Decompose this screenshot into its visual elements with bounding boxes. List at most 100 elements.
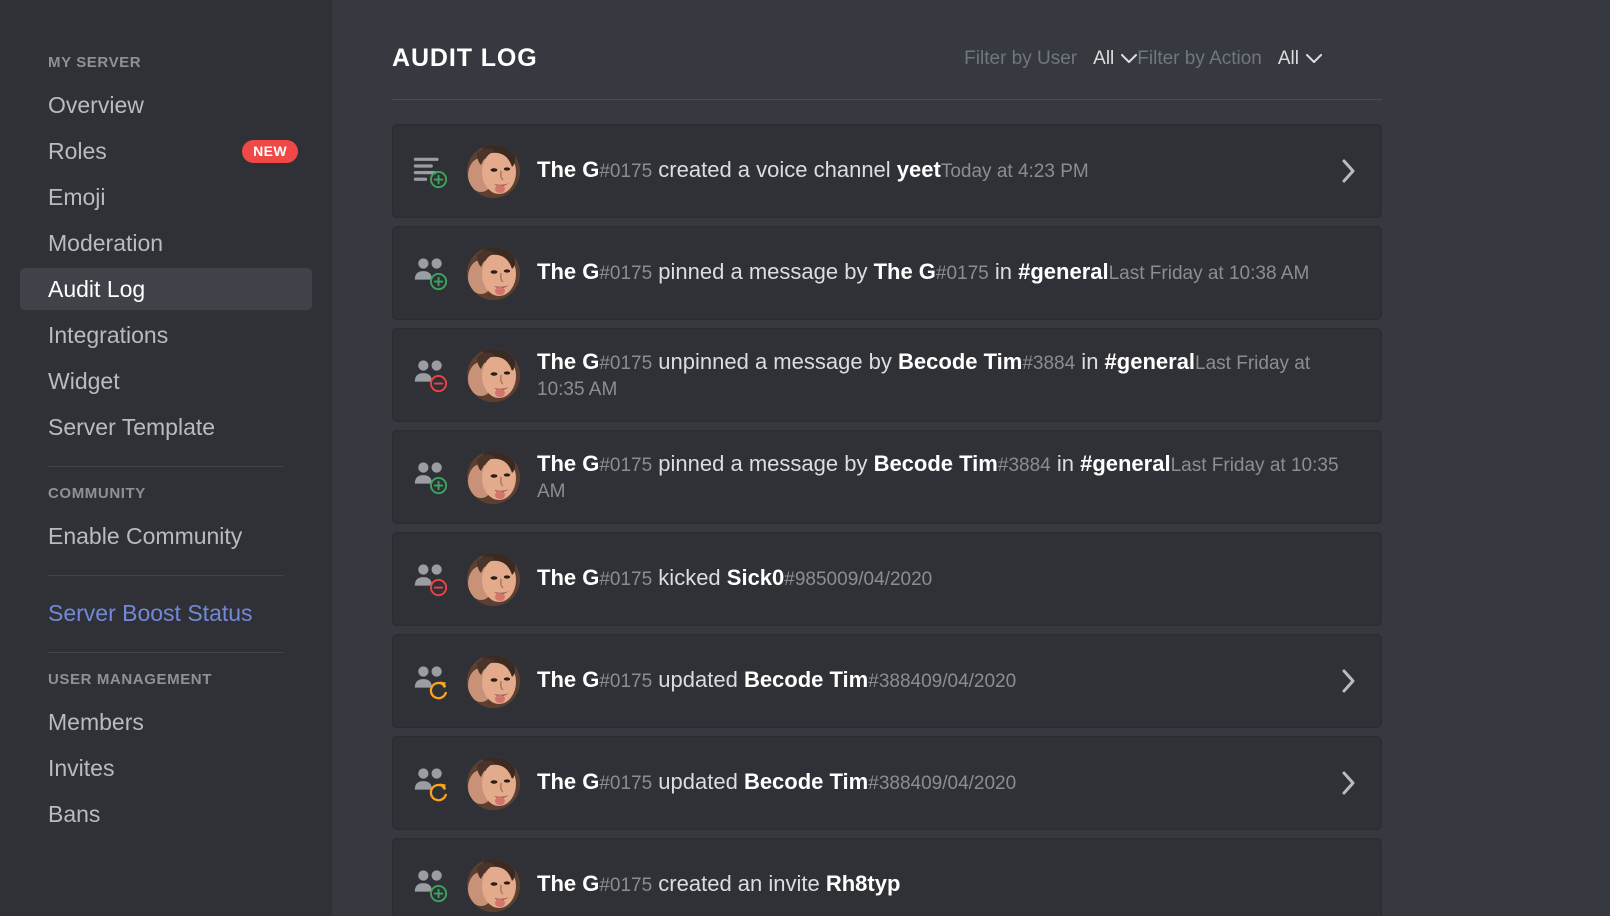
entry-actor: The G: [537, 259, 600, 284]
chevron-down-icon: [1121, 53, 1138, 63]
entry-target-discriminator: #3884: [868, 671, 922, 692]
entry-target-discriminator: #3884: [868, 773, 922, 794]
avatar: [467, 246, 520, 300]
avatar: [467, 756, 520, 810]
chevron-right-icon[interactable]: [1339, 156, 1359, 186]
audit-log-entry[interactable]: The G#0175 updated Becode Tim#388409/04/…: [392, 736, 1382, 830]
chevron-right-icon[interactable]: [1339, 768, 1359, 798]
entry-suffix: in: [988, 259, 1019, 284]
sidebar-item-moderation[interactable]: Moderation: [20, 222, 312, 264]
entry-text: The G#0175 unpinned a message by Becode …: [537, 348, 1359, 402]
action-icon-wrap: [411, 254, 449, 292]
audit-log-list: The G#0175 created a voice channel yeetT…: [392, 124, 1382, 916]
entry-actor-discriminator: #0175: [599, 263, 653, 284]
avatar-image: [467, 246, 520, 300]
audit-log-entry[interactable]: The G#0175 pinned a message by Becode Ti…: [392, 430, 1382, 524]
audit-log-entry[interactable]: The G#0175 pinned a message by The G#017…: [392, 226, 1382, 320]
action-icon-wrap: [411, 764, 449, 802]
entry-description: The G#0175 created a voice channel yeet: [537, 157, 941, 182]
entry-target: Becode Tim: [743, 667, 869, 692]
sidebar-item-server-boost-status[interactable]: Server Boost Status: [20, 592, 312, 634]
entry-verb: unpinned a message by: [652, 349, 899, 374]
filter-by-user-dropdown[interactable]: All: [1093, 47, 1138, 70]
entry-timestamp: Last Friday at 10:38 AM: [1108, 263, 1310, 284]
action-icon-wrap: [411, 560, 449, 598]
filter-by-action-dropdown[interactable]: All: [1278, 48, 1322, 70]
entry-verb: updated: [652, 769, 744, 794]
entry-channel: #general: [1080, 451, 1171, 476]
sidebar-item-label: Server Boost Status: [48, 600, 253, 626]
entry-actor: The G: [537, 769, 600, 794]
entry-verb: kicked: [652, 565, 727, 590]
sidebar-item-members[interactable]: Members: [20, 701, 312, 743]
audit-log-entry[interactable]: The G#0175 updated Becode Tim#388409/04/…: [392, 634, 1382, 728]
sidebar-item-emoji[interactable]: Emoji: [20, 176, 312, 218]
sidebar-item-label: Enable Community: [48, 523, 243, 549]
entry-timestamp: 09/04/2020: [921, 671, 1017, 692]
entry-text: The G#0175 created a voice channel yeetT…: [537, 156, 1327, 186]
member-icon: [414, 870, 448, 903]
sidebar-item-invites[interactable]: Invites: [20, 747, 312, 789]
entry-target: Becode Tim: [898, 349, 1023, 374]
avatar-image: [467, 348, 520, 402]
avatar-image: [467, 756, 520, 810]
audit-log-entry[interactable]: The G#0175 created an invite Rh8typ: [392, 838, 1382, 916]
sidebar-item-roles[interactable]: Roles NEW: [20, 130, 312, 172]
sidebar-item-label: Members: [48, 709, 144, 735]
entry-text: The G#0175 kicked Sick0#985009/04/2020: [537, 564, 1359, 594]
entry-actor-discriminator: #0175: [599, 455, 653, 476]
entry-target-discriminator: #3884: [1022, 353, 1076, 374]
sidebar-item-server-template[interactable]: Server Template: [20, 406, 312, 448]
new-badge: NEW: [242, 139, 298, 163]
entry-verb: updated: [652, 667, 744, 692]
sidebar-item-label: Bans: [48, 801, 101, 827]
entry-target-discriminator: #0175: [935, 263, 989, 284]
avatar-image: [467, 144, 520, 198]
sidebar-item-audit-log[interactable]: Audit Log: [20, 268, 312, 310]
audit-log-entry[interactable]: The G#0175 created a voice channel yeetT…: [392, 124, 1382, 218]
filter-by-user-value: All: [1093, 47, 1115, 69]
entry-target: Becode Tim: [743, 769, 869, 794]
action-icon-wrap: [411, 356, 449, 394]
avatar: [467, 450, 520, 504]
sidebar-section-header: COMMUNITY: [48, 485, 146, 502]
discord-server-settings: MY SERVER Overview Roles NEW Emoji Moderation…: [0, 0, 1610, 916]
filter-by-action-value: All: [1277, 47, 1299, 69]
sidebar-section-header: MY SERVER: [48, 54, 142, 71]
sidebar-item-overview[interactable]: Overview: [20, 84, 312, 126]
chevron-right-icon[interactable]: [1339, 666, 1359, 696]
audit-log-entry[interactable]: The G#0175 unpinned a message by Becode …: [392, 328, 1382, 422]
sidebar-item-integrations[interactable]: Integrations: [20, 314, 312, 356]
member-icon: [414, 666, 447, 700]
entry-verb: pinned a message by: [652, 259, 874, 284]
entry-text: The G#0175 created an invite Rh8typ: [537, 870, 1359, 900]
settings-sidebar: MY SERVER Overview Roles NEW Emoji Moderation…: [0, 0, 332, 916]
filter-by-user-label: Filter by User: [964, 47, 1078, 69]
sidebar-item-enable-community[interactable]: Enable Community: [20, 515, 312, 557]
action-icon-wrap: [411, 662, 449, 700]
entry-suffix: in: [1050, 451, 1081, 476]
avatar: [467, 654, 520, 708]
sidebar-item-label: Roles: [48, 138, 107, 164]
entry-timestamp: 09/04/2020: [837, 569, 933, 590]
entry-description: The G#0175 pinned a message by Becode Ti…: [537, 451, 1171, 476]
entry-actor-discriminator: #0175: [599, 773, 653, 794]
avatar-image: [467, 858, 520, 912]
entry-timestamp: Today at 4:23 PM: [940, 161, 1089, 182]
member-icon: [414, 360, 448, 393]
sidebar-item-widget[interactable]: Widget: [20, 360, 312, 402]
entry-verb: pinned a message by: [652, 451, 874, 476]
avatar-image: [467, 450, 520, 504]
sidebar-section-header: USER MANAGEMENT: [48, 671, 213, 688]
member-icon: [414, 768, 447, 802]
entry-actor: The G: [537, 157, 600, 182]
entry-text: The G#0175 updated Becode Tim#388409/04/…: [537, 666, 1327, 696]
entry-actor: The G: [537, 451, 600, 476]
sidebar-divider: [48, 466, 284, 467]
sidebar-item-label: Emoji: [48, 184, 106, 210]
sidebar-item-label: Integrations: [48, 322, 169, 348]
entry-actor-discriminator: #0175: [599, 161, 653, 182]
entry-actor-discriminator: #0175: [599, 875, 653, 896]
sidebar-item-bans[interactable]: Bans: [20, 793, 312, 835]
audit-log-entry[interactable]: The G#0175 kicked Sick0#985009/04/2020: [392, 532, 1382, 626]
